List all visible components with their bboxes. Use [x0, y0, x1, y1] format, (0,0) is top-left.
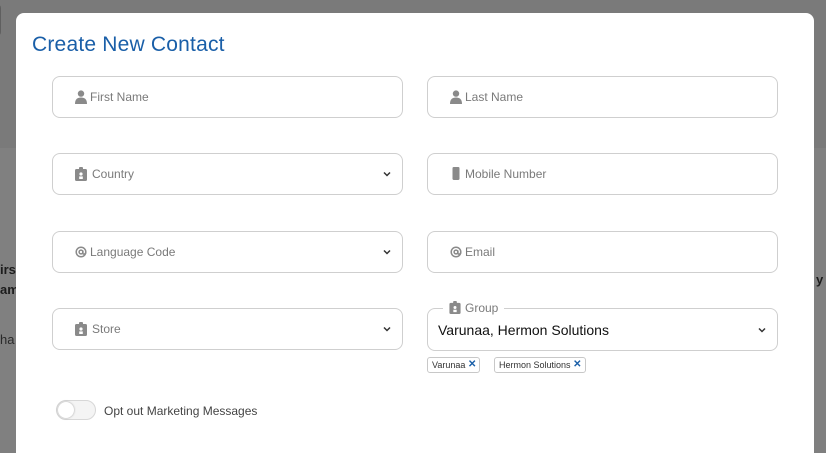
last-name-placeholder: Last Name: [465, 90, 524, 104]
user-icon: [450, 90, 462, 104]
group-label-text: Group: [465, 301, 499, 315]
id-badge-icon: [75, 167, 87, 181]
mobile-number-field[interactable]: Mobile Number: [427, 153, 778, 195]
group-chip-label: Varunaa: [432, 360, 466, 370]
email-field[interactable]: Email: [427, 231, 778, 273]
id-badge-icon: [449, 301, 461, 314]
user-icon: [75, 90, 87, 104]
remove-chip-icon[interactable]: ✕: [573, 358, 581, 372]
background-button: [0, 4, 1, 36]
group-select[interactable]: Group Varunaa, Hermon Solutions: [427, 300, 778, 351]
chevron-down-icon: [383, 171, 391, 177]
group-selected-value: Varunaa, Hermon Solutions: [438, 322, 609, 338]
store-placeholder: Store: [92, 322, 121, 336]
store-select[interactable]: Store: [52, 308, 403, 350]
at-icon: [450, 246, 462, 258]
group-chip: Varunaa ✕: [427, 357, 481, 373]
chevron-down-icon: [383, 326, 391, 332]
last-name-field[interactable]: Last Name: [427, 76, 778, 118]
id-badge-icon: [75, 322, 87, 336]
mobile-placeholder: Mobile Number: [465, 167, 547, 181]
group-chip-label: Hermon Solutions: [499, 360, 571, 370]
create-contact-modal: Create New Contact First Name Last Name …: [16, 13, 814, 453]
background-text: ha: [0, 332, 15, 347]
language-code-select[interactable]: Language Code: [52, 231, 403, 273]
toggle-knob: [58, 402, 74, 418]
remove-chip-icon[interactable]: ✕: [468, 358, 476, 372]
opt-out-toggle[interactable]: [56, 400, 96, 420]
first-name-placeholder: First Name: [90, 90, 149, 104]
background-text: y: [816, 272, 824, 287]
country-placeholder: Country: [92, 167, 135, 181]
country-select[interactable]: Country: [52, 153, 403, 195]
group-label: Group: [443, 300, 505, 316]
language-placeholder: Language Code: [90, 245, 176, 259]
group-chip: Hermon Solutions ✕: [494, 357, 586, 373]
chevron-down-icon: [383, 249, 391, 255]
email-placeholder: Email: [465, 245, 496, 259]
opt-out-label: Opt out Marketing Messages: [104, 404, 258, 418]
modal-title: Create New Contact: [32, 33, 225, 56]
at-icon: [75, 246, 87, 258]
chevron-down-icon: [758, 327, 766, 333]
mobile-icon: [452, 167, 460, 180]
first-name-field[interactable]: First Name: [52, 76, 403, 118]
